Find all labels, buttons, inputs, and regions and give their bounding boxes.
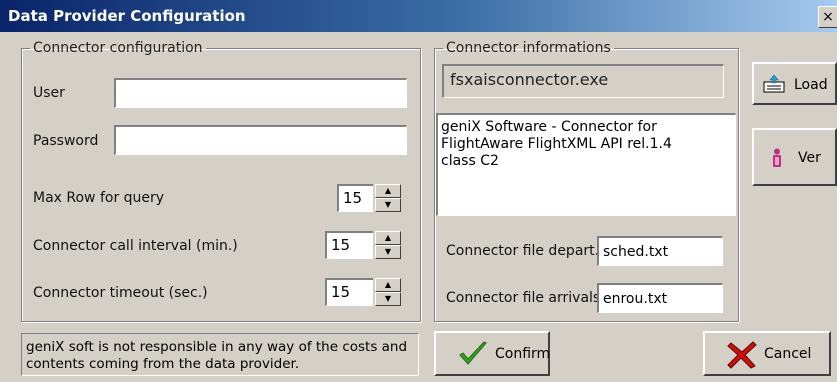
timeout-value[interactable]: 15 [325, 278, 373, 306]
spin-down-icon[interactable]: ▼ [375, 292, 401, 306]
file-arrivals-input[interactable] [597, 283, 723, 313]
file-depart-label: Connector file depart. [446, 243, 600, 259]
title-bar: Data Provider Configuration × [0, 0, 837, 32]
cancel-label: Cancel [764, 346, 812, 362]
ver-label: Ver [798, 150, 821, 166]
connector-exe-name: fsxaisconnector.exe [442, 64, 724, 98]
file-arrivals-label: Connector file arrivals [446, 290, 601, 306]
spin-up-icon[interactable]: ▲ [375, 278, 401, 292]
ver-button[interactable]: Ver [752, 128, 837, 186]
load-button[interactable]: Load [752, 62, 837, 105]
connector-informations-legend: Connector informations [446, 40, 611, 56]
load-label: Load [794, 77, 828, 93]
connector-description[interactable]: geniX Software - Connector for FlightAwa… [436, 113, 736, 216]
user-input[interactable] [114, 78, 407, 108]
version-icon [770, 148, 784, 172]
close-button[interactable]: × [818, 6, 837, 28]
disclaimer-notice: geniX soft is not responsible in any way… [21, 333, 419, 376]
password-input[interactable] [114, 125, 407, 155]
max-row-label: Max Row for query [33, 190, 165, 206]
connector-configuration-legend: Connector configuration [33, 40, 203, 56]
spin-up-icon[interactable]: ▲ [375, 231, 401, 245]
load-icon [762, 74, 786, 98]
max-row-spinner[interactable]: 15 ▲ ▼ [337, 184, 401, 212]
timeout-label: Connector timeout (sec.) [33, 285, 208, 301]
window-title: Data Provider Configuration [8, 7, 246, 25]
confirm-label: Confirm [495, 346, 551, 362]
checkmark-icon [458, 341, 488, 371]
call-interval-value[interactable]: 15 [325, 231, 373, 259]
call-interval-spinner[interactable]: 15 ▲ ▼ [325, 231, 401, 259]
max-row-value[interactable]: 15 [337, 184, 373, 212]
timeout-spinner[interactable]: 15 ▲ ▼ [325, 278, 401, 306]
user-label: User [33, 85, 65, 101]
spin-up-icon[interactable]: ▲ [375, 184, 401, 198]
spin-down-icon[interactable]: ▼ [375, 198, 401, 212]
confirm-button[interactable]: Confirm [434, 331, 550, 376]
password-label: Password [33, 133, 99, 149]
cancel-button[interactable]: Cancel [703, 331, 831, 376]
spin-down-icon[interactable]: ▼ [375, 245, 401, 259]
call-interval-label: Connector call interval (min.) [33, 238, 238, 254]
file-depart-input[interactable] [597, 236, 723, 266]
cancel-x-icon [727, 341, 757, 373]
